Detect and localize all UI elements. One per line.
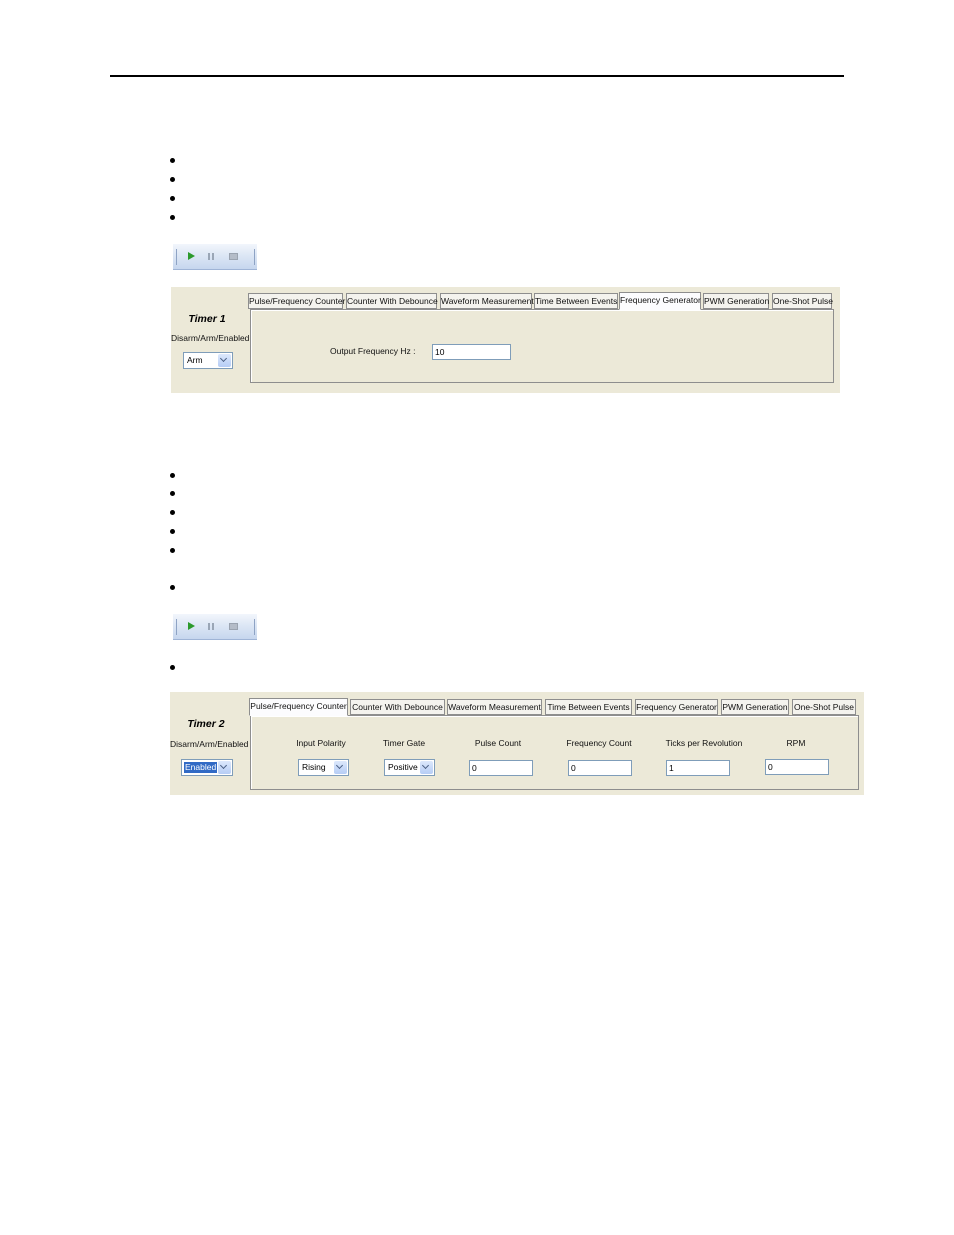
- toolbar-grip: [176, 619, 177, 635]
- rpm-input[interactable]: 0: [765, 759, 829, 775]
- bullet: [170, 491, 175, 496]
- timer1-tab-content: Output Frequency Hz : 10: [250, 309, 834, 383]
- timer1-tab-time-between-events[interactable]: Time Between Events: [534, 293, 618, 309]
- timer1-tab-waveform-measurement[interactable]: Waveform Measurement: [440, 293, 534, 309]
- bullet: [170, 215, 175, 220]
- pulse-count-label: Pulse Count: [474, 738, 522, 748]
- pause-icon[interactable]: [208, 623, 214, 630]
- timer2-mode-select[interactable]: Enabled: [181, 759, 233, 776]
- timer2-tab-content: Input Polarity Rising Timer Gate Positiv…: [250, 715, 859, 790]
- timer1-panel: Timer 1 Disarm/Arm/Enabled Arm Pulse/Fre…: [171, 287, 840, 393]
- rpm-label: RPM: [786, 738, 806, 748]
- pulse-count-input[interactable]: 0: [469, 760, 533, 776]
- timer2-title: Timer 2: [187, 718, 225, 730]
- bullet: [170, 196, 175, 201]
- run-toolbar: [173, 244, 257, 270]
- timer2-tab-counter-with-debounce[interactable]: Counter With Debounce: [350, 699, 445, 715]
- toolbar-grip: [176, 249, 177, 265]
- bullet: [170, 158, 175, 163]
- stop-icon[interactable]: [229, 623, 238, 630]
- timer2-tab-waveform-measurement[interactable]: Waveform Measurement: [447, 699, 542, 715]
- timer1-tab-one-shot-pulse[interactable]: One-Shot Pulse: [772, 293, 833, 309]
- bullet: [170, 585, 175, 590]
- timer1-mode-label: Disarm/Arm/Enabled: [171, 333, 250, 343]
- timer1-tab-counter-with-debounce[interactable]: Counter With Debounce: [346, 293, 438, 309]
- frequency-count-label: Frequency Count: [566, 738, 632, 748]
- timer2-mode-value: Enabled: [184, 762, 218, 773]
- bullet: [170, 529, 175, 534]
- output-frequency-label: Output Frequency Hz :: [330, 346, 416, 356]
- run-toolbar: [173, 614, 257, 640]
- chevron-down-icon[interactable]: [334, 761, 347, 774]
- toolbar-grip: [254, 619, 255, 635]
- timer1-tab-frequency-generator[interactable]: Frequency Generator: [619, 292, 701, 310]
- input-polarity-select[interactable]: Rising: [298, 759, 349, 776]
- bullet: [170, 177, 175, 182]
- play-icon[interactable]: [188, 252, 195, 260]
- timer2-mode-label: Disarm/Arm/Enabled: [170, 739, 249, 749]
- play-icon[interactable]: [188, 622, 195, 630]
- timer1-mode-select[interactable]: Arm: [183, 352, 233, 369]
- timer2-tab-frequency-generator[interactable]: Frequency Generator: [635, 699, 718, 715]
- chevron-down-icon[interactable]: [420, 761, 433, 774]
- frequency-count-input[interactable]: 0: [568, 760, 632, 776]
- timer2-tab-pwm-generation[interactable]: PWM Generation: [721, 699, 789, 715]
- timer1-title: Timer 1: [188, 313, 226, 325]
- bullet: [170, 473, 175, 478]
- pause-icon[interactable]: [208, 253, 214, 260]
- bullet: [170, 510, 175, 515]
- ticks-per-revolution-label: Ticks per Revolution: [665, 738, 743, 748]
- timer1-mode-value: Arm: [187, 355, 203, 365]
- timer2-tab-pulse-frequency-counter[interactable]: Pulse/Frequency Counter: [249, 698, 348, 716]
- timer2-tab-time-between-events[interactable]: Time Between Events: [545, 699, 632, 715]
- input-polarity-label: Input Polarity: [296, 738, 346, 748]
- timer-gate-label: Timer Gate: [382, 738, 426, 748]
- chevron-down-icon[interactable]: [218, 761, 231, 774]
- header-rule: [110, 75, 844, 77]
- timer-gate-select[interactable]: Positive: [384, 759, 435, 776]
- timer-gate-value: Positive: [388, 762, 418, 772]
- output-frequency-input[interactable]: 10: [432, 344, 511, 360]
- timer1-tab-pulse-frequency-counter[interactable]: Pulse/Frequency Counter: [248, 293, 345, 309]
- toolbar-grip: [254, 249, 255, 265]
- bullet: [170, 665, 175, 670]
- stop-icon[interactable]: [229, 253, 238, 260]
- timer1-tab-pwm-generation[interactable]: PWM Generation: [703, 293, 769, 309]
- input-polarity-value: Rising: [302, 762, 326, 772]
- timer2-panel: Timer 2 Disarm/Arm/Enabled Enabled Pulse…: [170, 692, 864, 795]
- bullet: [170, 548, 175, 553]
- timer2-tab-one-shot-pulse[interactable]: One-Shot Pulse: [792, 699, 856, 715]
- ticks-per-revolution-input[interactable]: 1: [666, 760, 730, 776]
- chevron-down-icon[interactable]: [218, 354, 231, 367]
